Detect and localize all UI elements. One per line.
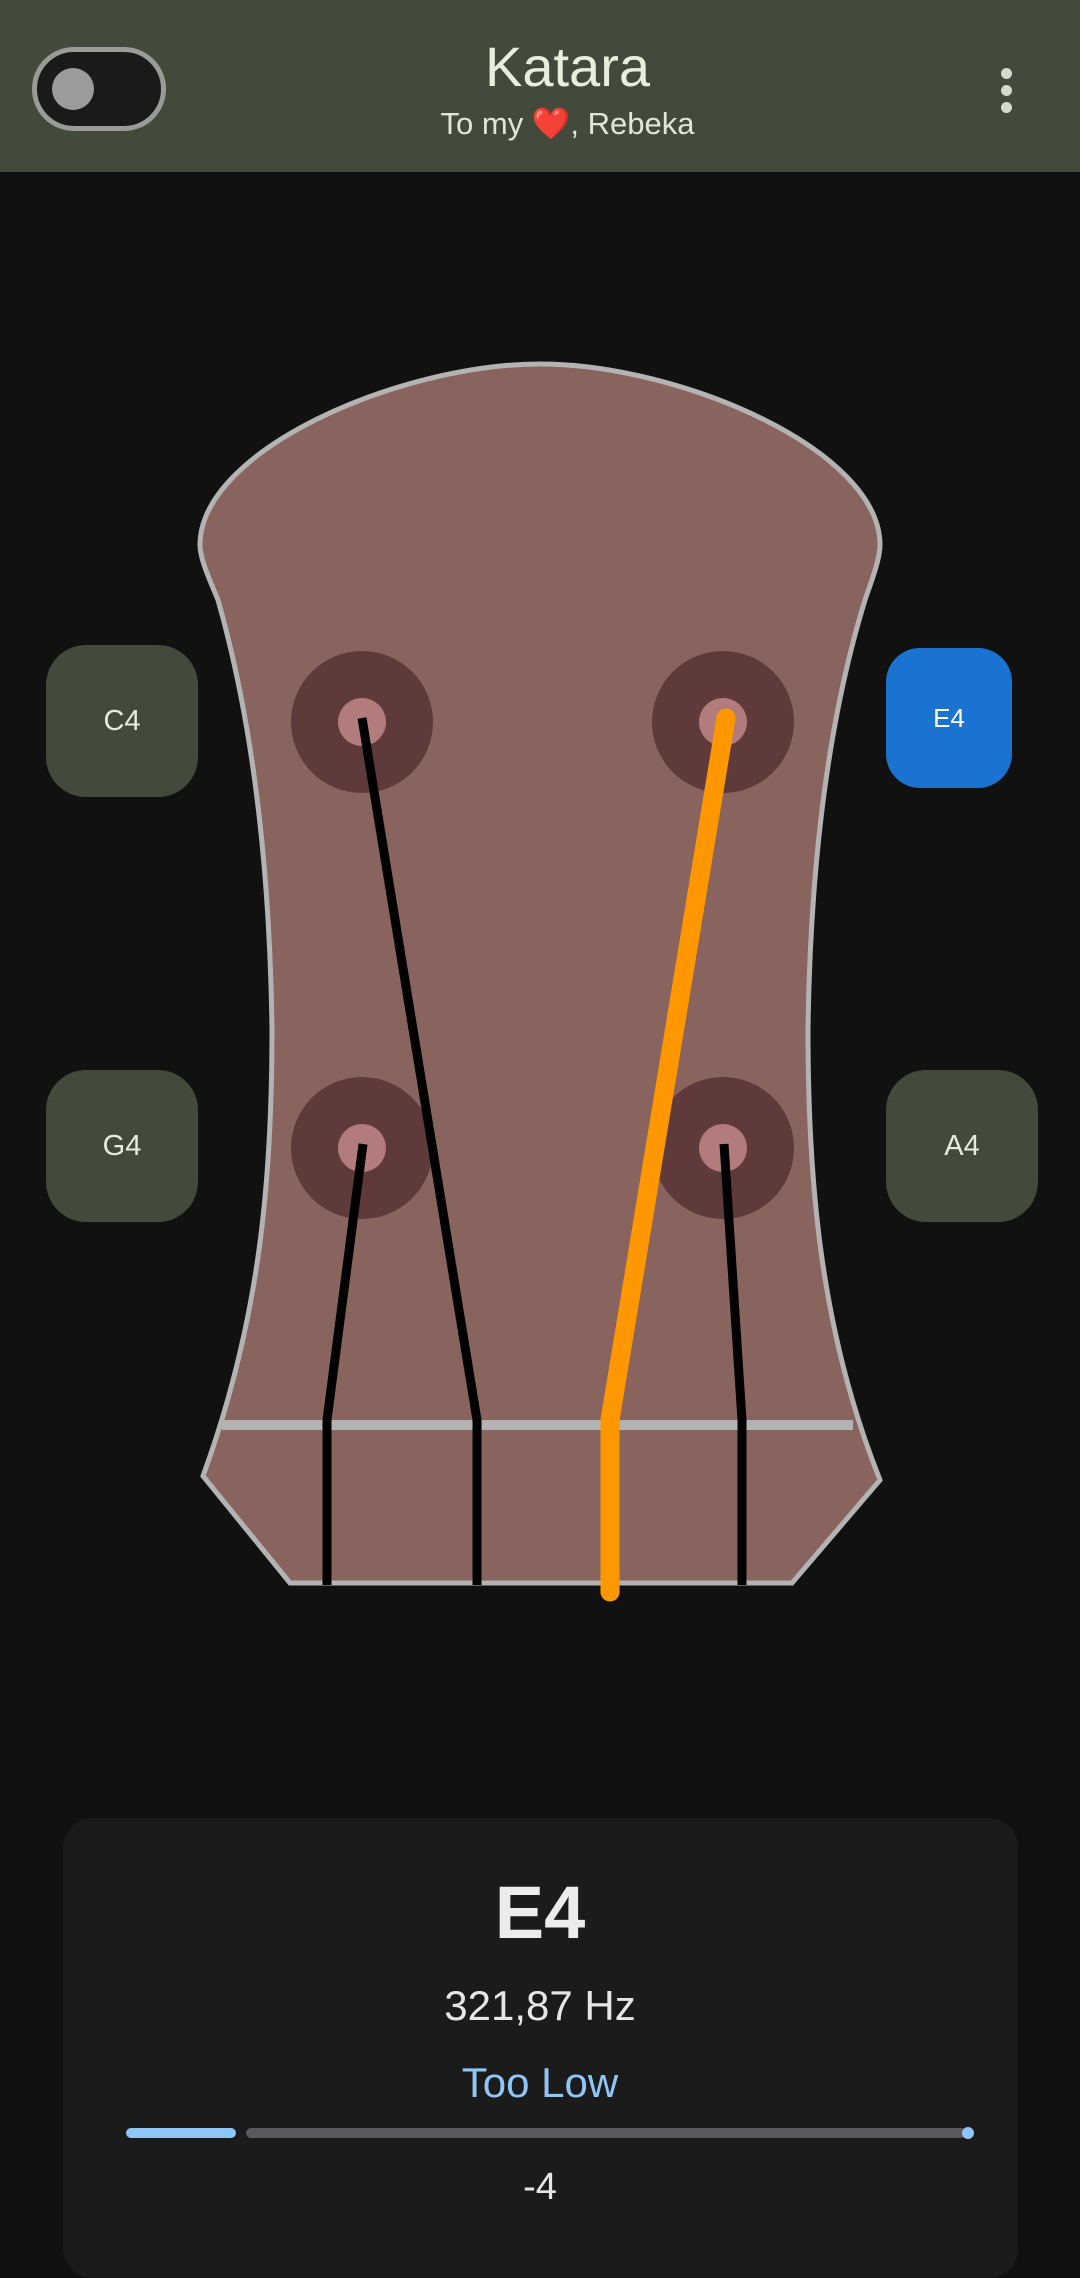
peg-button-g4[interactable]: G4 — [46, 1070, 198, 1222]
peg-button-a4[interactable]: A4 — [886, 1070, 1038, 1222]
ukulele-headstock — [197, 361, 883, 1602]
peg-button-c4[interactable]: C4 — [46, 645, 198, 797]
headstock-body — [197, 361, 883, 1586]
tuning-meter — [126, 2125, 976, 2141]
cents-offset: -4 — [523, 2166, 557, 2208]
tuning-meter-end-dot — [962, 2127, 974, 2139]
tuning-status: Too Low — [461, 2059, 619, 2106]
more-options-icon[interactable] — [986, 60, 1026, 120]
app-title: Katara — [485, 35, 650, 98]
frequency-readout: 321,87 Hz — [444, 1982, 636, 2029]
peg-button-e4[interactable]: E4 — [886, 648, 1012, 788]
detected-note: E4 — [494, 1871, 586, 1954]
tuning-meter-track — [246, 2128, 966, 2138]
app-subtitle: To my ❤️, Rebeka — [440, 106, 695, 141]
app-bar: Katara To my ❤️, Rebeka — [0, 0, 1080, 172]
tuning-meter-fill — [126, 2128, 236, 2138]
